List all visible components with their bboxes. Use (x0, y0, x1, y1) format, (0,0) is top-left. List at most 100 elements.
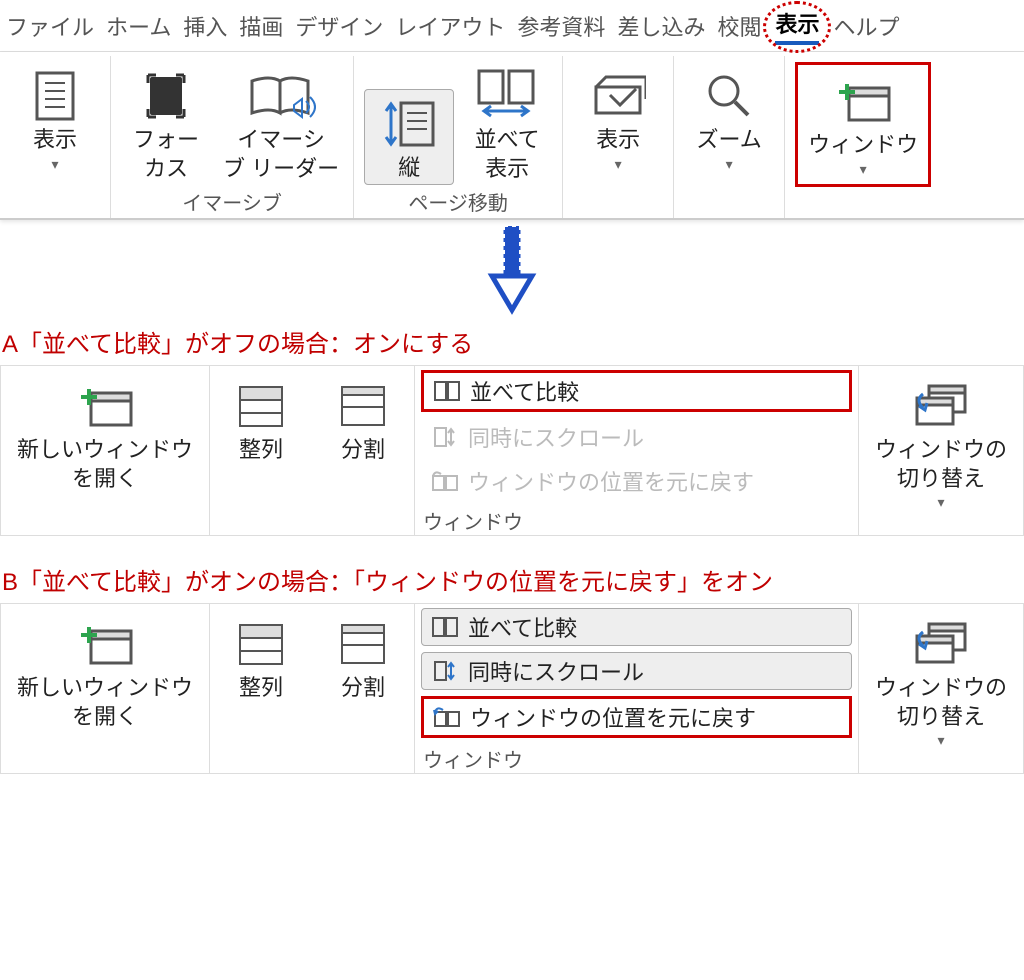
zoom-icon (694, 66, 764, 126)
new-window-button[interactable]: 新しいウィンドウ を開く (13, 610, 197, 733)
tab-review[interactable]: 校閲 (711, 10, 767, 42)
reset-position-button: ウィンドウの位置を元に戻す (421, 462, 852, 500)
group-page-move-label: ページ移動 (408, 187, 508, 216)
compare-icon (432, 379, 462, 403)
vertical-label: 縦 (398, 154, 420, 183)
window-menu-b: 新しいウィンドウ を開く 整列 分割 並べて比較 (0, 603, 1024, 774)
new-window-group-b: 新しいウィンドウ を開く (0, 604, 210, 773)
window-group-label-a: ウィンドウ (415, 506, 858, 535)
split-group: 分割 (312, 366, 415, 535)
chevron-down-icon: ▾ (937, 731, 944, 749)
arrange-button[interactable]: 整列 (222, 372, 300, 467)
sidebyside-icon (472, 66, 542, 126)
sync-scroll-label: 同時にスクロール (468, 655, 644, 687)
arrange-icon (226, 614, 296, 674)
new-window-button[interactable]: 新しいウィンドウ を開く (13, 372, 197, 495)
tab-draw[interactable]: 描画 (233, 10, 289, 42)
compare-options-a: 並べて比較 同時にスクロール ウィンドウの位置を元に戻す (415, 366, 858, 502)
switch-window-icon (906, 614, 976, 674)
display-button[interactable]: 表示 ▾ (10, 62, 100, 175)
group-immersive: フォー カス イマーシ ブ リーダー イマーシブ (111, 56, 354, 218)
chevron-down-icon: ▾ (937, 493, 944, 511)
arrange-icon (226, 376, 296, 436)
tab-layout[interactable]: レイアウト (389, 10, 511, 42)
arrange-group-b: 整列 (210, 604, 312, 773)
split-button[interactable]: 分割 (324, 610, 402, 705)
group-show: 表示 ▾ (563, 56, 674, 218)
caption-b: B「並べて比較」がオンの場合：「ウィンドウの位置を元に戻す」をオン (0, 556, 1024, 603)
new-window-label: 新しいウィンドウ を開く (17, 436, 193, 493)
window-button[interactable]: ウィンドウ ▾ (795, 62, 931, 187)
vertical-button[interactable]: 縦 (364, 89, 454, 186)
switch-window-label: ウィンドウの 切り替え (875, 436, 1007, 493)
tab-home[interactable]: ホーム (100, 10, 177, 42)
sync-scroll-button: 同時にスクロール (421, 418, 852, 456)
page-icon (20, 66, 90, 126)
reset-position-label: ウィンドウの位置を元に戻す (468, 465, 754, 497)
arrange-group: 整列 (210, 366, 312, 535)
group-page-move: 縦 並べて 表示 ページ移動 (354, 56, 563, 218)
split-label: 分割 (341, 436, 385, 465)
zoom-label: ズーム (696, 126, 761, 155)
sync-scroll-button[interactable]: 同時にスクロール (421, 652, 852, 690)
compare-label: 並べて比較 (468, 611, 577, 643)
split-icon (328, 614, 398, 674)
group-views: 表示 ▾ (0, 56, 111, 218)
focus-icon (131, 66, 201, 126)
ribbon-view: 表示 ▾ フォー カス イマーシ ブ リーダー イマーシブ (0, 52, 1024, 220)
book-sound-icon (246, 66, 316, 126)
display-label: 表示 (33, 126, 77, 155)
chevron-down-icon: ▾ (51, 155, 58, 173)
sync-scroll-label: 同時にスクロール (468, 421, 644, 453)
group-immersive-label: イマーシブ (182, 187, 282, 216)
vertical-icon (374, 94, 444, 154)
sync-scroll-icon (430, 659, 460, 683)
focus-button[interactable]: フォー カス (121, 62, 211, 185)
caption-a: A「並べて比較」がオフの場合：オンにする (0, 318, 1024, 365)
compare-label: 並べて比較 (470, 375, 579, 407)
window-menu-a: 新しいウィンドウ を開く 整列 分割 並べて比較 (0, 365, 1024, 536)
ribbon-tabbar: ファイル ホーム 挿入 描画 デザイン レイアウト 参考資料 差し込み 校閲 表… (0, 0, 1024, 52)
tab-view-wrap[interactable]: 表示 (767, 7, 827, 45)
switch-window-group: ウィンドウの 切り替え ▾ (859, 366, 1024, 535)
reset-position-button[interactable]: ウィンドウの位置を元に戻す (421, 696, 852, 738)
ruler-icon (583, 66, 653, 126)
show-label: 表示 (596, 126, 640, 155)
compare-button[interactable]: 並べて比較 (421, 370, 852, 412)
chevron-down-icon: ▾ (615, 155, 622, 173)
switch-window-label: ウィンドウの 切り替え (875, 674, 1007, 731)
show-button[interactable]: 表示 ▾ (573, 62, 663, 175)
tab-mailings[interactable]: 差し込み (611, 10, 711, 42)
tab-references[interactable]: 参考資料 (511, 10, 611, 42)
new-window-icon (828, 71, 898, 131)
arrange-label: 整列 (239, 436, 283, 465)
side-by-side-label: 並べて 表示 (475, 126, 540, 183)
immersive-reader-label: イマーシ ブ リーダー (223, 126, 339, 183)
reset-position-icon (430, 469, 460, 493)
chevron-down-icon: ▾ (726, 155, 733, 173)
tab-view[interactable]: 表示 (775, 7, 819, 45)
side-by-side-button[interactable]: 並べて 表示 (462, 62, 552, 185)
immersive-reader-button[interactable]: イマーシ ブ リーダー (219, 62, 343, 185)
arrange-button[interactable]: 整列 (222, 610, 300, 705)
compare-icon (430, 615, 460, 639)
switch-window-button[interactable]: ウィンドウの 切り替え ▾ (871, 372, 1011, 513)
tab-file[interactable]: ファイル (0, 10, 100, 42)
focus-label: フォー カス (133, 126, 199, 183)
split-icon (328, 376, 398, 436)
sync-scroll-icon (430, 425, 460, 449)
split-button[interactable]: 分割 (324, 372, 402, 467)
compare-options-b: 並べて比較 同時にスクロール ウィンドウの位置を元に戻す (415, 604, 858, 740)
tab-help[interactable]: ヘルプ (827, 10, 905, 42)
chevron-down-icon: ▾ (860, 160, 867, 178)
tab-insert[interactable]: 挿入 (177, 10, 233, 42)
split-label: 分割 (341, 674, 385, 703)
switch-window-icon (906, 376, 976, 436)
switch-window-button[interactable]: ウィンドウの 切り替え ▾ (871, 610, 1011, 751)
new-window-label: 新しいウィンドウ を開く (17, 674, 193, 731)
split-group-b: 分割 (312, 604, 415, 773)
group-window: ウィンドウ ▾ (785, 56, 941, 218)
compare-button[interactable]: 並べて比較 (421, 608, 852, 646)
tab-design[interactable]: デザイン (289, 10, 389, 42)
zoom-button[interactable]: ズーム ▾ (684, 62, 774, 175)
